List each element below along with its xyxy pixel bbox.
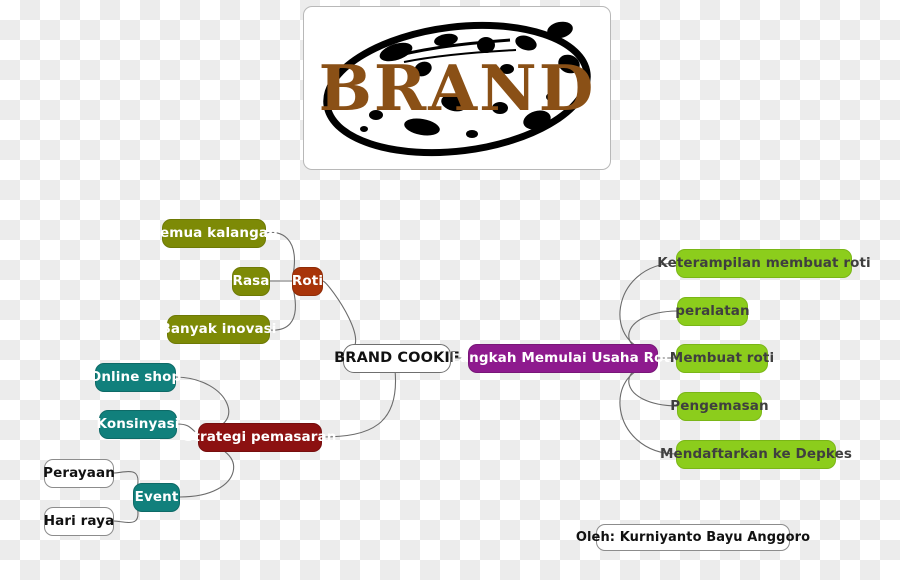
node-hari-raya[interactable]: Hari raya bbox=[44, 507, 114, 536]
edge-center-roti bbox=[322, 280, 357, 353]
node-label: Keterampilan membuat roti bbox=[657, 254, 871, 271]
edge-center-strategi bbox=[321, 369, 397, 438]
node-label: peralatan bbox=[675, 302, 750, 319]
brand-cookie-logo-art: BRAND bbox=[319, 21, 596, 157]
node-semua-kalangan[interactable]: Semua kalangan bbox=[150, 219, 278, 248]
node-label: BRAND COOKIE bbox=[334, 350, 460, 367]
node-mendaftarkan-ke-depkes[interactable]: Mendaftarkan ke Depkes bbox=[660, 440, 852, 469]
node-rasa[interactable]: Rasa bbox=[232, 267, 270, 296]
logo-wordmark: BRAND bbox=[319, 51, 596, 125]
node-label: Online shop bbox=[89, 368, 182, 385]
node-brand-cookie-center[interactable]: BRAND COOKIE bbox=[334, 344, 460, 373]
node-label: Langkah Memulai Usaha Roti bbox=[451, 349, 675, 366]
node-label: Pengemasan bbox=[670, 397, 769, 414]
node-keterampilan-membuat-roti[interactable]: Keterampilan membuat roti bbox=[657, 249, 871, 278]
node-roti[interactable]: Roti bbox=[292, 267, 323, 296]
node-label: Semua kalangan bbox=[150, 224, 278, 241]
node-strategi-pemasaran[interactable]: Strategi pemasaran bbox=[184, 423, 336, 452]
credit-text: Oleh: Kurniyanto Bayu Anggoro bbox=[575, 530, 811, 545]
node-online-shop[interactable]: Online shop bbox=[90, 363, 181, 392]
node-event[interactable]: Event bbox=[133, 483, 180, 512]
node-label: Mendaftarkan ke Depkes bbox=[660, 445, 852, 462]
node-label: Strategi pemasaran bbox=[183, 428, 337, 445]
node-label: Perayaan bbox=[43, 464, 115, 481]
edge-langkah-mendaftarkan bbox=[619, 364, 677, 455]
node-label: Event bbox=[134, 488, 179, 505]
node-langkah-memulai-usaha-roti[interactable]: Langkah Memulai Usaha Roti bbox=[451, 344, 675, 373]
node-label: Membuat roti bbox=[669, 349, 775, 366]
node-konsinyasi[interactable]: Konsinyasi bbox=[96, 410, 180, 439]
brand-cookie-logo-frame: BRAND bbox=[303, 6, 611, 170]
credit-label: Oleh: Kurniyanto Bayu Anggoro bbox=[576, 524, 810, 551]
edge-langkah-keterampilan bbox=[619, 262, 677, 353]
node-banyak-inovasi[interactable]: Banyak inovasi bbox=[160, 315, 276, 344]
node-membuat-roti[interactable]: Membuat roti bbox=[670, 344, 774, 373]
node-pengemasan[interactable]: Pengemasan bbox=[670, 392, 769, 421]
node-peralatan[interactable]: peralatan bbox=[675, 297, 750, 326]
node-perayaan[interactable]: Perayaan bbox=[43, 459, 115, 488]
node-label: Konsinyasi bbox=[96, 415, 180, 432]
node-label: Rasa bbox=[232, 272, 270, 289]
node-label: Hari raya bbox=[43, 512, 115, 529]
node-label: Roti bbox=[291, 272, 324, 289]
mindmap-canvas: BRAND Semua kalangan Rasa Roti Banyak in… bbox=[0, 0, 900, 580]
node-label: Banyak inovasi bbox=[160, 320, 277, 337]
